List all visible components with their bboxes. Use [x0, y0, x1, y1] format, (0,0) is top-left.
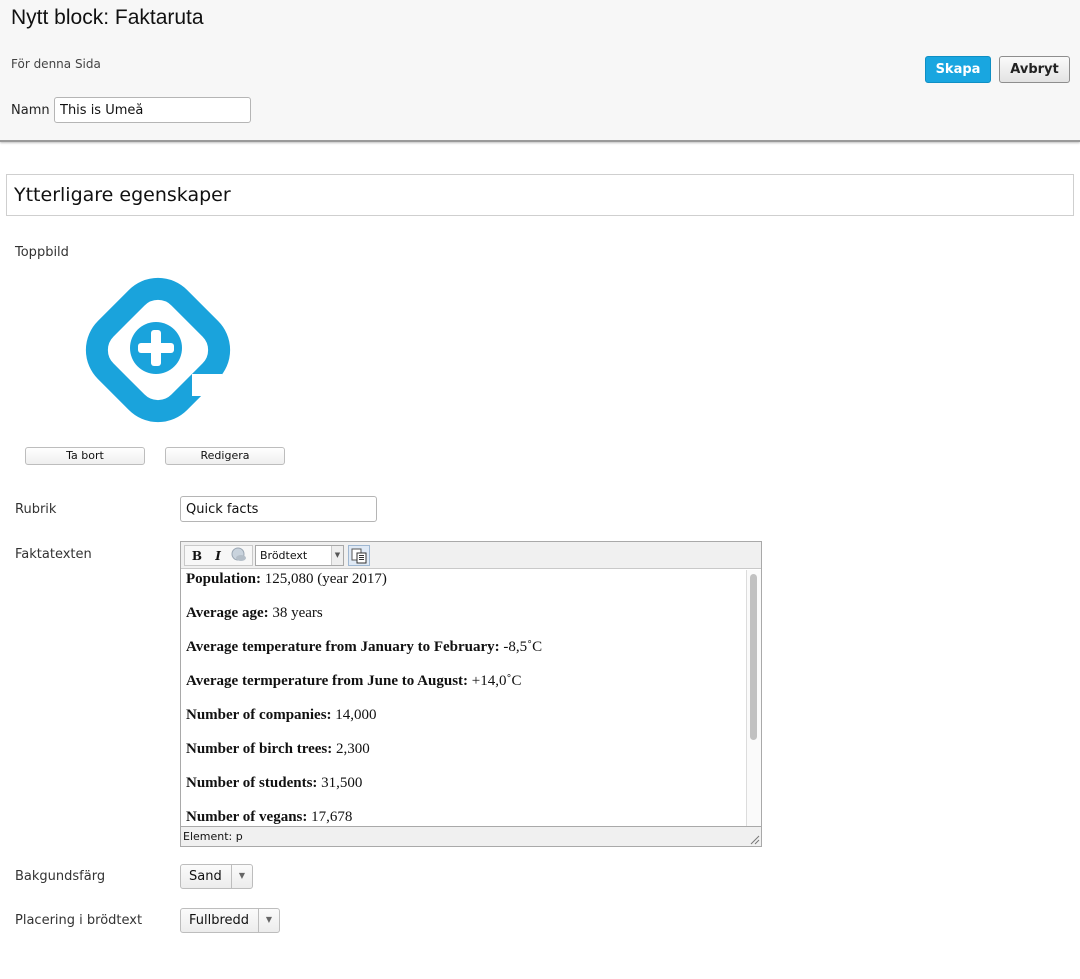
block-format-value: Brödtext [260, 549, 308, 562]
link-icon[interactable] [229, 547, 249, 565]
fact-paragraph: Average age: 38 years [186, 604, 747, 638]
fact-label: Average temperature from January to Febr… [186, 639, 500, 655]
heading-input[interactable] [180, 496, 377, 522]
fact-label: Population: [186, 571, 262, 587]
paste-word-icon[interactable] [348, 545, 370, 566]
editor-status-bar: Element: p [181, 826, 761, 846]
placement-select[interactable]: Fullbredd ▼ [180, 908, 280, 933]
fact-paragraph: Number of students: 31,500 [186, 774, 747, 808]
fact-label: Average termperature from June to August… [186, 673, 469, 689]
fact-label: Number of birch trees: [186, 741, 333, 757]
create-button[interactable]: Skapa [925, 56, 991, 83]
heading-label: Rubrik [15, 502, 57, 517]
name-input[interactable] [54, 97, 251, 123]
page-title: Nytt block: Faktaruta [11, 6, 204, 29]
chevron-down-icon: ▼ [331, 546, 343, 565]
fact-value: 2,300 [332, 741, 370, 757]
section-title[interactable]: Ytterligare egenskaper [6, 174, 1074, 216]
background-label: Bakgundsfärg [15, 869, 106, 884]
chevron-down-icon: ▼ [231, 865, 252, 888]
fact-value: 17,678 [307, 809, 353, 825]
fact-paragraph: Number of companies: 14,000 [186, 706, 747, 740]
chevron-down-icon: ▼ [258, 909, 279, 932]
fact-value: -8,5˚C [499, 639, 543, 655]
dialog-header: Nytt block: Faktaruta För denna Sida Nam… [0, 0, 1080, 142]
editor-toolbar: B I Brödtext ▼ [181, 542, 761, 569]
context-label: För denna Sida [11, 57, 101, 71]
element-path: Element: p [183, 830, 243, 843]
fact-value: 31,500 [317, 775, 363, 791]
fact-value: 125,080 (year 2017) [261, 571, 387, 587]
fact-label: Number of companies: [186, 707, 332, 723]
scrollbar-thumb[interactable] [750, 574, 757, 740]
fact-paragraph: Average termperature from June to August… [186, 672, 747, 706]
fact-label: Average age: [186, 605, 269, 621]
fact-paragraph: Population: 125,080 (year 2017) [186, 570, 747, 604]
top-image-label: Toppbild [15, 245, 69, 260]
facts-label: Faktatexten [15, 547, 92, 562]
editor-content[interactable]: Population: 125,080 (year 2017) Average a… [181, 570, 747, 826]
fact-value: 38 years [268, 605, 323, 621]
fact-paragraph: Number of birch trees: 2,300 [186, 740, 747, 774]
top-image-logo [85, 277, 231, 423]
format-button-group: B I [184, 545, 253, 566]
name-label: Namn [11, 103, 50, 118]
placement-label: Placering i brödtext [15, 913, 143, 928]
fact-paragraph: Number of vegans: 17,678 [186, 808, 747, 826]
rich-text-editor[interactable]: B I Brödtext ▼ Population: 125,080 (year… [180, 541, 762, 847]
editor-scrollbar[interactable] [746, 570, 761, 826]
italic-button[interactable]: I [208, 547, 228, 565]
fact-label: Number of students: [186, 775, 318, 791]
remove-image-button[interactable]: Ta bort [25, 447, 145, 465]
block-format-select[interactable]: Brödtext ▼ [255, 545, 344, 566]
fact-value: 14,000 [331, 707, 377, 723]
fact-label: Number of vegans: [186, 809, 308, 825]
bold-button[interactable]: B [187, 547, 207, 565]
fact-value: +14,0˚C [468, 673, 522, 689]
cancel-button[interactable]: Avbryt [999, 56, 1070, 83]
background-value: Sand [189, 869, 222, 884]
placement-value: Fullbredd [189, 913, 250, 928]
fact-paragraph: Average temperature from January to Febr… [186, 638, 747, 672]
edit-image-button[interactable]: Redigera [165, 447, 285, 465]
resize-handle-icon[interactable] [749, 834, 760, 845]
background-select[interactable]: Sand ▼ [180, 864, 253, 889]
